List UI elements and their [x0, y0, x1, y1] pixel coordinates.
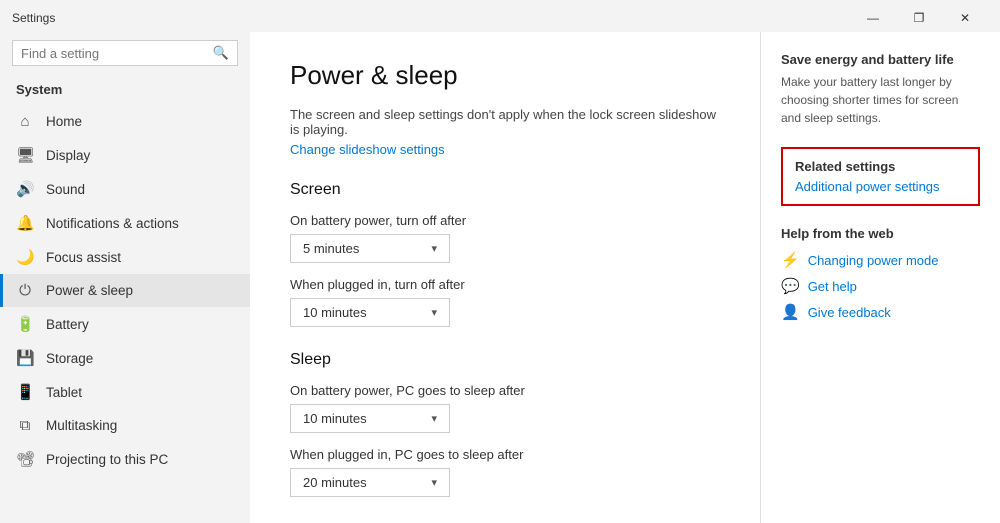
sidebar-item-projecting-label: Projecting to this PC — [46, 452, 168, 467]
main-content: Power & sleep The screen and sleep setti… — [250, 32, 760, 523]
sidebar-item-battery-label: Battery — [46, 317, 89, 332]
sleep-battery-row: On battery power, PC goes to sleep after… — [290, 383, 720, 433]
sleep-battery-value: 10 minutes — [303, 411, 367, 426]
sidebar-item-display-label: Display — [46, 148, 90, 163]
get-help-item: 💬 Get help — [781, 277, 980, 295]
screen-battery-value: 5 minutes — [303, 241, 359, 256]
additional-power-settings-link[interactable]: Additional power settings — [795, 179, 940, 194]
screen-battery-label: On battery power, turn off after — [290, 213, 720, 228]
app-title: Settings — [12, 11, 55, 25]
sidebar-item-focus-label: Focus assist — [46, 250, 121, 265]
sleep-plugged-dropdown[interactable]: 20 minutes ▾ — [290, 468, 450, 497]
help-title: Help from the web — [781, 226, 980, 241]
related-title: Related settings — [795, 159, 966, 174]
sidebar-item-multitasking[interactable]: ⧉ Multitasking — [0, 409, 250, 442]
sidebar-item-projecting[interactable]: 📽 Projecting to this PC — [0, 442, 250, 476]
sidebar-item-multitasking-label: Multitasking — [46, 418, 117, 433]
multitasking-icon: ⧉ — [16, 417, 34, 434]
page-title: Power & sleep — [290, 60, 720, 91]
sleep-plugged-arrow-icon: ▾ — [431, 476, 437, 489]
sidebar-item-focus[interactable]: 🌙 Focus assist — [0, 240, 250, 274]
screen-plugged-value: 10 minutes — [303, 305, 367, 320]
sidebar-item-power[interactable]: ⏻ Power & sleep — [0, 274, 250, 307]
battery-icon: 🔋 — [16, 315, 34, 333]
right-panel: Save energy and battery life Make your b… — [760, 32, 1000, 523]
sleep-battery-label: On battery power, PC goes to sleep after — [290, 383, 720, 398]
sleep-section-title: Sleep — [290, 351, 720, 369]
titlebar: Settings — ❐ ✕ — [0, 0, 1000, 32]
sidebar-item-sound-label: Sound — [46, 182, 85, 197]
screen-plugged-arrow-icon: ▾ — [431, 306, 437, 319]
power-mode-icon: ⚡ — [781, 251, 800, 269]
window-controls: — ❐ ✕ — [850, 2, 988, 34]
sidebar-item-home-label: Home — [46, 114, 82, 129]
sidebar-item-sound[interactable]: 🔊 Sound — [0, 172, 250, 206]
focus-icon: 🌙 — [16, 248, 34, 266]
projecting-icon: 📽 — [16, 450, 34, 468]
sidebar-item-display[interactable]: 🖥 Display — [0, 138, 250, 172]
search-icon: 🔍 — [213, 45, 229, 61]
sidebar-item-notifications-label: Notifications & actions — [46, 216, 179, 231]
sleep-plugged-label: When plugged in, PC goes to sleep after — [290, 447, 720, 462]
storage-icon: 💾 — [16, 349, 34, 367]
sleep-battery-arrow-icon: ▾ — [431, 412, 437, 425]
give-feedback-item: 👤 Give feedback — [781, 303, 980, 321]
tip-description: Make your battery last longer by choosin… — [781, 73, 980, 127]
app-body: 🔍 System ⌂ Home 🖥 Display 🔊 Sound 🔔 Noti… — [0, 32, 1000, 523]
sidebar-item-storage[interactable]: 💾 Storage — [0, 341, 250, 375]
sleep-plugged-row: When plugged in, PC goes to sleep after … — [290, 447, 720, 497]
screen-section-title: Screen — [290, 181, 720, 199]
get-help-icon: 💬 — [781, 277, 800, 295]
sidebar-item-notifications[interactable]: 🔔 Notifications & actions — [0, 206, 250, 240]
change-slideshow-link[interactable]: Change slideshow settings — [290, 142, 445, 157]
home-icon: ⌂ — [16, 113, 34, 130]
restore-button[interactable]: ❐ — [896, 2, 942, 34]
display-icon: 🖥 — [16, 146, 34, 164]
sidebar-section-label: System — [0, 78, 250, 105]
tip-title: Save energy and battery life — [781, 52, 980, 67]
minimize-button[interactable]: — — [850, 2, 896, 34]
close-button[interactable]: ✕ — [942, 2, 988, 34]
notifications-icon: 🔔 — [16, 214, 34, 232]
screen-battery-arrow-icon: ▾ — [431, 242, 437, 255]
sidebar-item-tablet[interactable]: 📱 Tablet — [0, 375, 250, 409]
sidebar: 🔍 System ⌂ Home 🖥 Display 🔊 Sound 🔔 Noti… — [0, 32, 250, 523]
get-help-link[interactable]: Get help — [808, 279, 857, 294]
sidebar-item-storage-label: Storage — [46, 351, 93, 366]
sound-icon: 🔊 — [16, 180, 34, 198]
screen-plugged-dropdown[interactable]: 10 minutes ▾ — [290, 298, 450, 327]
give-feedback-icon: 👤 — [781, 303, 800, 321]
description-text: The screen and sleep settings don't appl… — [290, 107, 720, 137]
help-power-mode-item: ⚡ Changing power mode — [781, 251, 980, 269]
sidebar-item-home[interactable]: ⌂ Home — [0, 105, 250, 138]
sidebar-item-power-label: Power & sleep — [46, 283, 133, 298]
sidebar-item-battery[interactable]: 🔋 Battery — [0, 307, 250, 341]
search-box[interactable]: 🔍 — [12, 40, 238, 66]
related-settings-box: Related settings Additional power settin… — [781, 147, 980, 206]
sleep-battery-dropdown[interactable]: 10 minutes ▾ — [290, 404, 450, 433]
screen-plugged-label: When plugged in, turn off after — [290, 277, 720, 292]
power-icon: ⏻ — [16, 282, 34, 299]
sleep-plugged-value: 20 minutes — [303, 475, 367, 490]
sidebar-item-tablet-label: Tablet — [46, 385, 82, 400]
changing-power-mode-link[interactable]: Changing power mode — [808, 253, 939, 268]
search-input[interactable] — [21, 46, 213, 61]
screen-battery-row: On battery power, turn off after 5 minut… — [290, 213, 720, 263]
tablet-icon: 📱 — [16, 383, 34, 401]
screen-battery-dropdown[interactable]: 5 minutes ▾ — [290, 234, 450, 263]
give-feedback-link[interactable]: Give feedback — [808, 305, 891, 320]
screen-plugged-row: When plugged in, turn off after 10 minut… — [290, 277, 720, 327]
